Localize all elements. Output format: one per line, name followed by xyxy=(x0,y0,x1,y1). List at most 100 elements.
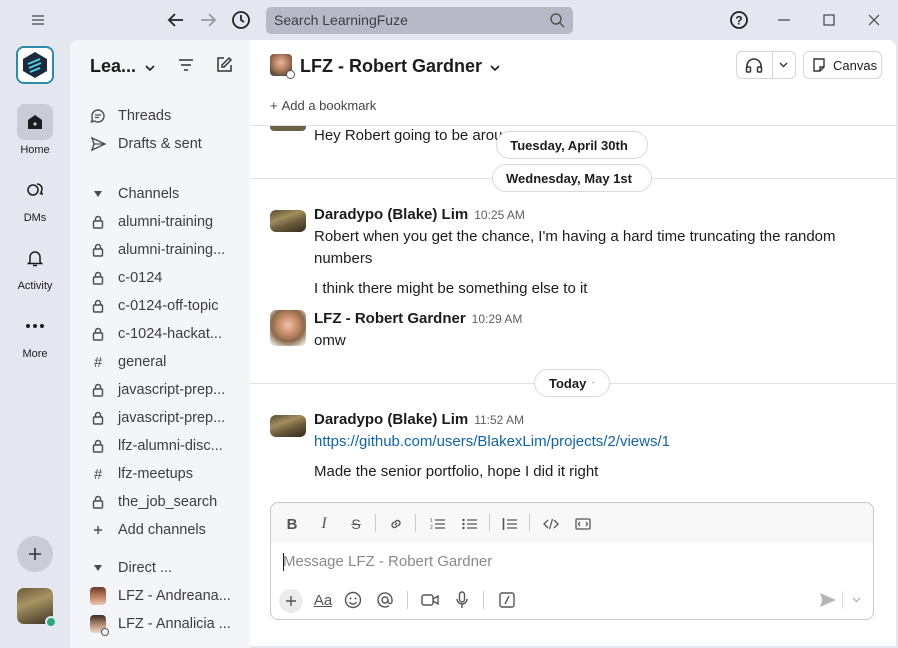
back-arrow-icon[interactable] xyxy=(164,8,188,32)
ordered-list-icon[interactable]: 12 xyxy=(427,513,449,535)
sidebar-channel-item[interactable]: alumni-training xyxy=(90,210,250,234)
channels-section-header[interactable]: Channels xyxy=(90,182,250,206)
dm-section-header[interactable]: Direct ... xyxy=(90,556,250,580)
date-label: Wednesday, May 1st xyxy=(506,170,632,186)
message-link[interactable]: https://github.com/users/BlakexLim/proje… xyxy=(314,431,874,453)
channel-name: the_job_search xyxy=(118,494,218,510)
chevron-down-icon xyxy=(490,65,500,72)
canvas-button[interactable]: Canvas xyxy=(803,51,882,79)
toolbar-separator xyxy=(489,514,490,532)
send-icon[interactable] xyxy=(817,589,839,611)
dm-name: LFZ - Annalicia ... xyxy=(118,616,231,632)
presence-active-icon xyxy=(45,616,57,628)
compose-icon[interactable] xyxy=(215,56,233,79)
blockquote-icon[interactable] xyxy=(499,513,521,535)
sidebar-channel-item[interactable]: the_job_search xyxy=(90,490,250,514)
search-input[interactable]: Search LearningFuze xyxy=(266,7,573,34)
date-divider-pill[interactable]: Today xyxy=(534,369,610,397)
sidebar-channel-item[interactable]: c-0124-off-topic xyxy=(90,294,250,318)
lock-icon xyxy=(90,383,106,397)
caret-down-icon xyxy=(90,564,106,572)
rail-activity[interactable]: Activity xyxy=(0,240,70,292)
chevron-down-icon[interactable] xyxy=(773,62,795,68)
strikethrough-icon[interactable]: S xyxy=(345,513,367,535)
dms-icon xyxy=(17,172,53,208)
add-channels-label: Add channels xyxy=(118,522,206,538)
plus-icon xyxy=(90,525,106,535)
bold-icon[interactable]: B xyxy=(281,513,303,535)
emoji-icon[interactable] xyxy=(342,589,364,611)
message-author[interactable]: LFZ - Robert Gardner 10:29 AM xyxy=(314,310,522,327)
avatar[interactable] xyxy=(270,310,306,346)
channel-name: general xyxy=(118,354,167,370)
rail-dms[interactable]: DMs xyxy=(0,172,70,224)
filter-icon[interactable] xyxy=(178,58,194,77)
avatar[interactable] xyxy=(270,210,306,232)
canvas-label: Canvas xyxy=(833,57,878,73)
help-icon[interactable]: ? xyxy=(727,8,751,32)
maximize-icon[interactable] xyxy=(817,8,841,32)
sidebar-channel-item[interactable]: # general xyxy=(90,350,250,374)
lock-icon xyxy=(90,411,106,425)
message-input[interactable]: Message LFZ - Robert Gardner xyxy=(271,543,873,583)
video-icon[interactable] xyxy=(419,589,441,611)
workspace-menu[interactable]: Lea... xyxy=(90,56,155,77)
rail-more[interactable]: More xyxy=(0,308,70,360)
sidebar-channel-item[interactable]: lfz-alumni-disc... xyxy=(90,434,250,458)
canvas-icon xyxy=(811,57,827,73)
sidebar-channel-item[interactable]: alumni-training... xyxy=(90,238,250,262)
caret-down-icon xyxy=(90,190,106,198)
author-name: Daradypo (Blake) Lim xyxy=(314,206,469,223)
lock-icon xyxy=(90,495,106,509)
channel-name: javascript-prep... xyxy=(118,382,226,398)
chevron-down-icon[interactable] xyxy=(845,589,867,611)
message-author[interactable]: Daradypo (Blake) Lim 11:52 AM xyxy=(314,411,524,428)
close-icon[interactable] xyxy=(862,8,886,32)
huddle-button[interactable] xyxy=(736,51,796,79)
user-avatar[interactable] xyxy=(17,588,57,628)
channel-title-button[interactable]: LFZ - Robert Gardner xyxy=(300,56,500,77)
mention-icon[interactable] xyxy=(374,589,396,611)
message-timestamp[interactable]: 10:25 AM xyxy=(474,208,525,222)
message-timestamp[interactable]: 10:29 AM xyxy=(472,312,523,326)
code-icon[interactable] xyxy=(540,513,562,535)
workspace-logo[interactable] xyxy=(16,46,54,84)
minimize-icon[interactable] xyxy=(772,8,796,32)
add-bookmark-button[interactable]: + Add a bookmark xyxy=(270,98,376,113)
conversation-pane: LFZ - Robert Gardner Canvas + Add a bookm… xyxy=(250,40,896,646)
author-name: LFZ - Robert Gardner xyxy=(314,310,466,327)
avatar[interactable] xyxy=(270,415,306,437)
forward-arrow-icon[interactable] xyxy=(196,8,220,32)
italic-icon[interactable]: I xyxy=(313,513,335,535)
sidebar-channel-item[interactable]: c-1024-hackat... xyxy=(90,322,250,346)
text-format-icon[interactable]: Aa xyxy=(311,589,335,611)
sidebar-item-threads[interactable]: Threads xyxy=(90,104,250,128)
add-workspace-button[interactable] xyxy=(17,536,53,572)
dm-item[interactable]: LFZ - Andreana... xyxy=(90,584,250,608)
add-attachment-button[interactable] xyxy=(279,589,303,613)
message-timestamp[interactable]: 11:52 AM xyxy=(474,413,524,427)
slash-command-icon[interactable] xyxy=(496,589,518,611)
sidebar-channel-item[interactable]: # lfz-meetups xyxy=(90,462,250,486)
sidebar-channel-item[interactable]: javascript-prep... xyxy=(90,378,250,402)
bell-icon xyxy=(17,240,53,276)
bulleted-list-icon[interactable] xyxy=(459,513,481,535)
channel-name: lfz-alumni-disc... xyxy=(118,438,223,454)
sidebar-channel-item[interactable]: c-0124 xyxy=(90,266,250,290)
avatar xyxy=(90,587,106,605)
search-icon xyxy=(549,12,565,31)
hamburger-menu-icon[interactable] xyxy=(26,8,50,32)
add-channels-button[interactable]: Add channels xyxy=(90,518,250,542)
sidebar-item-drafts[interactable]: Drafts & sent xyxy=(90,132,250,156)
date-divider-pill[interactable]: Tuesday, April 30th xyxy=(496,131,648,159)
history-clock-icon[interactable] xyxy=(229,8,253,32)
code-block-icon[interactable] xyxy=(572,513,594,535)
dm-item[interactable]: LFZ - Annalicia ... xyxy=(90,612,250,636)
rail-home[interactable]: Home xyxy=(0,104,70,156)
microphone-icon[interactable] xyxy=(451,589,473,611)
sidebar-channel-item[interactable]: javascript-prep... xyxy=(90,406,250,430)
date-divider-pill[interactable]: Wednesday, May 1st xyxy=(492,164,652,192)
link-icon[interactable] xyxy=(385,513,407,535)
date-label: Tuesday, April 30th xyxy=(510,137,628,153)
message-author[interactable]: Daradypo (Blake) Lim 10:25 AM xyxy=(314,206,525,223)
